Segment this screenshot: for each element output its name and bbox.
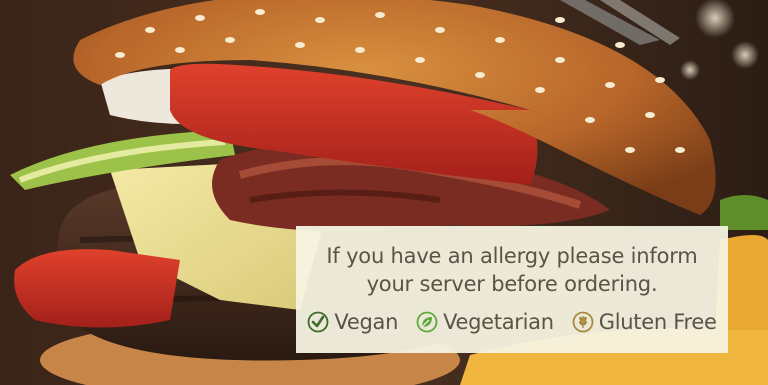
legend-vegan: Vegan bbox=[307, 310, 398, 334]
wheat-icon bbox=[572, 311, 594, 333]
vegetarian-leaf-icon bbox=[416, 311, 438, 333]
legend-vegan-label: Vegan bbox=[334, 310, 399, 334]
legend-gluten-free: Gluten Free bbox=[572, 310, 717, 334]
vegan-check-icon bbox=[308, 311, 329, 333]
menu-banner: If you have an allergy please inform you… bbox=[0, 0, 768, 385]
dietary-legend: Vegan Vegetarian Gluten Free bbox=[296, 310, 728, 334]
allergy-notice: If you have an allergy please inform you… bbox=[296, 226, 728, 353]
legend-gluten-free-label: Gluten Free bbox=[598, 310, 717, 334]
allergy-message: If you have an allergy please inform you… bbox=[326, 244, 698, 296]
legend-vegetarian-label: Vegetarian bbox=[443, 310, 554, 334]
legend-vegetarian: Vegetarian bbox=[416, 310, 554, 334]
